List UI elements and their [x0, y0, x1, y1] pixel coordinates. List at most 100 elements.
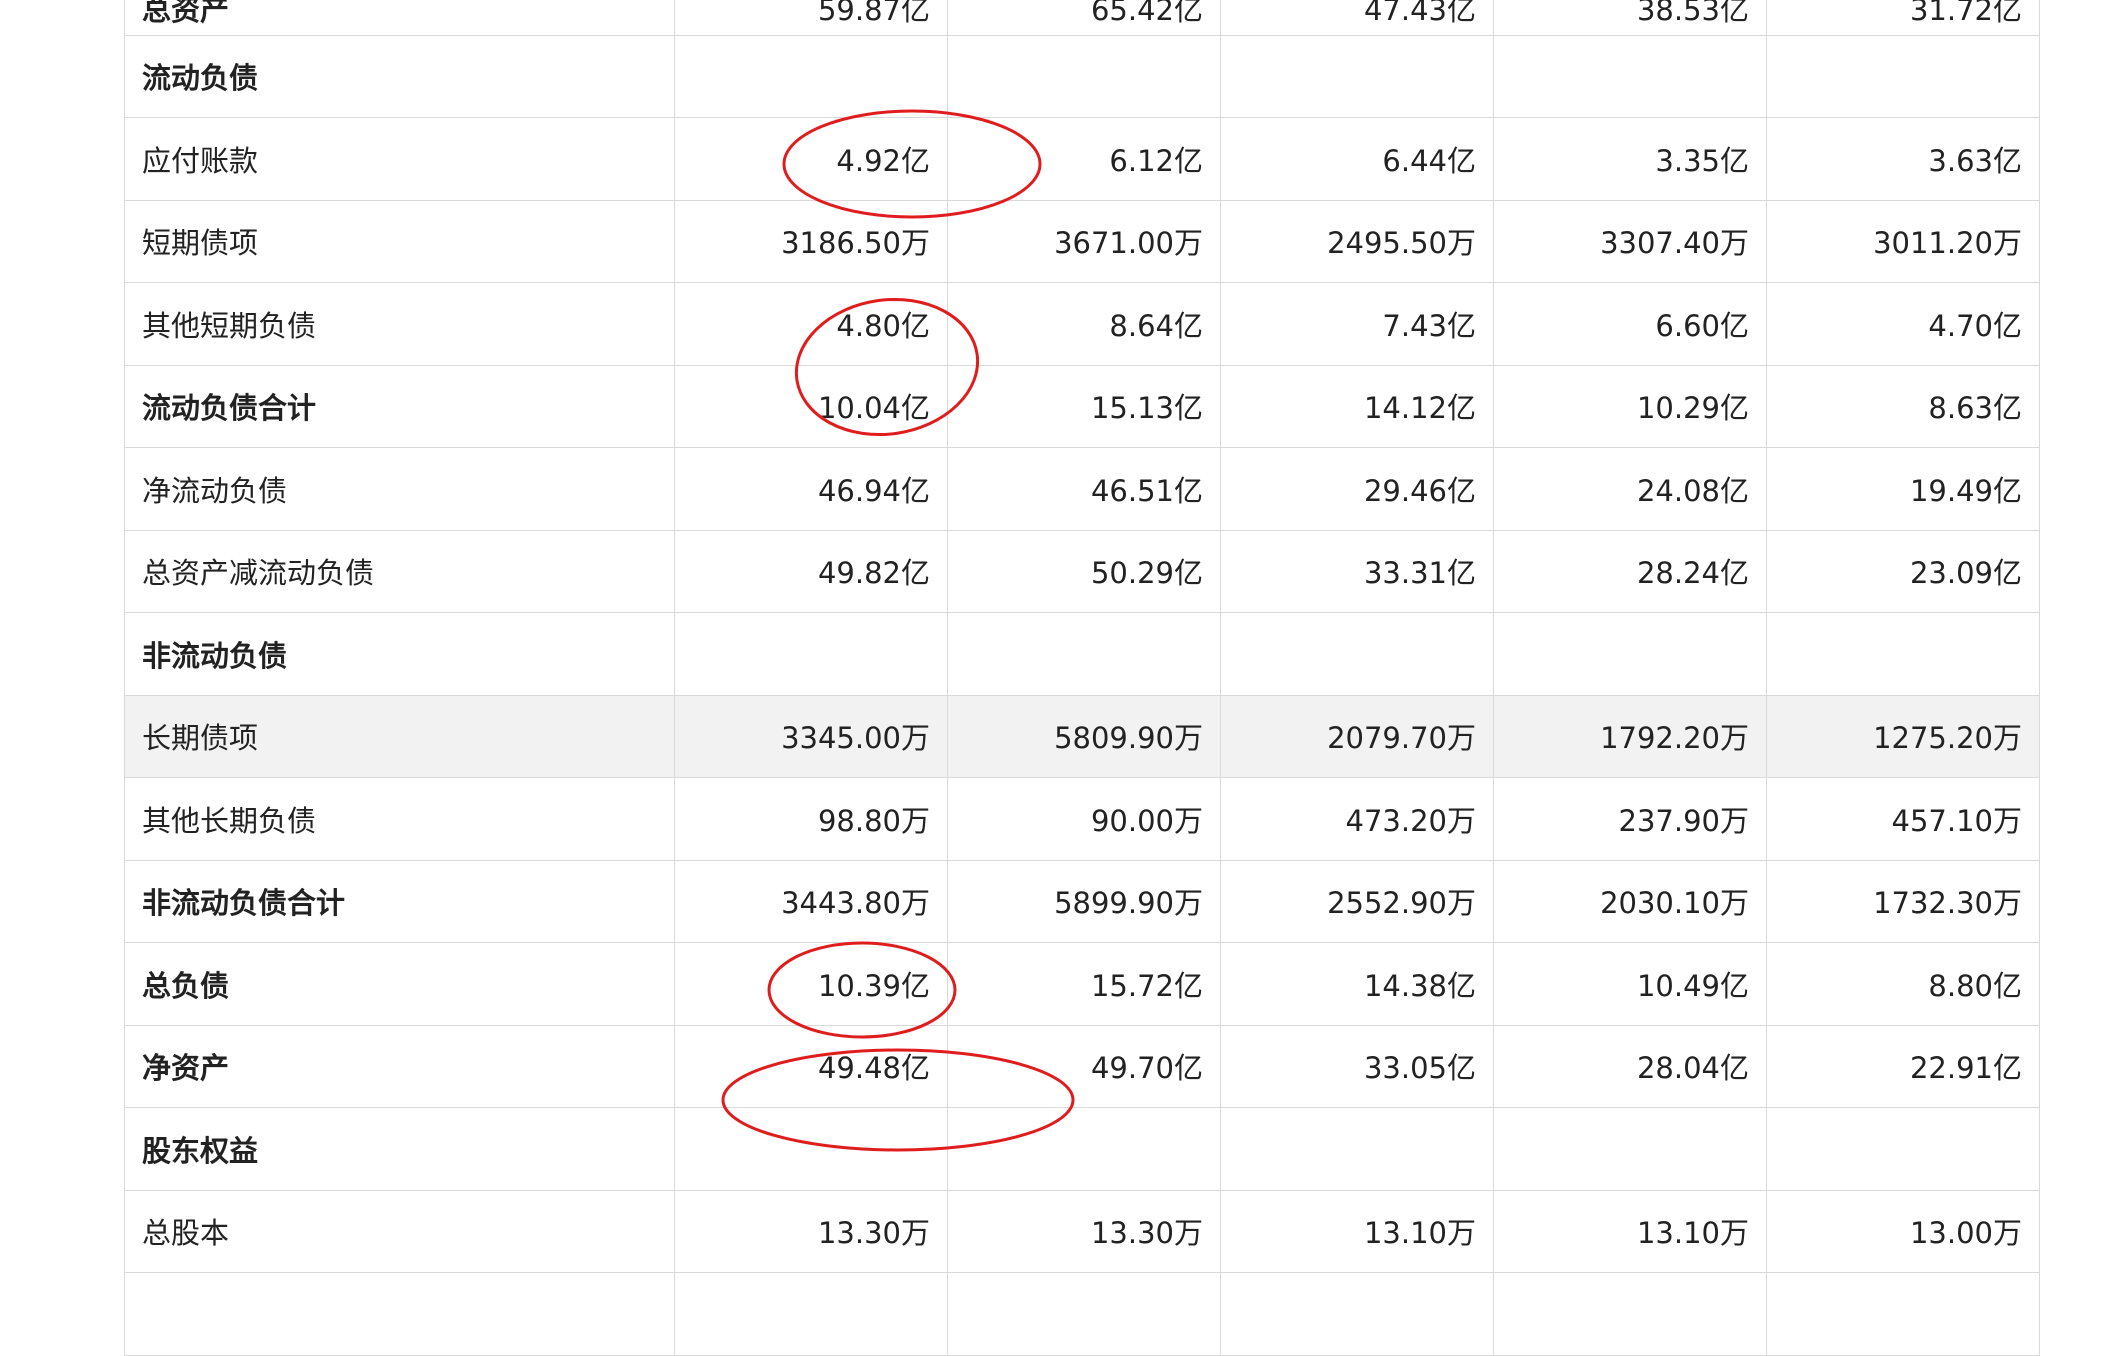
value-cell: 10.04亿	[674, 364, 948, 448]
value-cell	[1493, 1272, 1767, 1356]
value-cell	[947, 1107, 1221, 1191]
table-row: 应付账款 4.92亿 6.12亿 6.44亿 3.35亿 3.63亿	[124, 117, 2040, 201]
value-cell: 1275.20万	[1766, 694, 2040, 778]
value-cell	[674, 34, 948, 118]
value-cell	[1493, 612, 1767, 696]
value-cell: 14.12亿	[1220, 364, 1494, 448]
value-cell: 2079.70万	[1220, 694, 1494, 778]
value-cell	[947, 1272, 1221, 1356]
value-cell: 38.53亿	[1493, 0, 1767, 36]
value-cell: 8.64亿	[947, 282, 1221, 366]
value-cell	[947, 34, 1221, 118]
table-row: 非流动负债	[124, 612, 2040, 696]
table-row: 总资产 59.87亿 65.42亿 47.43亿 38.53亿 31.72亿	[124, 0, 2040, 36]
value-cell	[1220, 34, 1494, 118]
value-cell: 457.10万	[1766, 777, 2040, 861]
value-cell	[1766, 34, 2040, 118]
value-cell: 33.05亿	[1220, 1024, 1494, 1108]
value-cell: 2030.10万	[1493, 859, 1767, 943]
row-label: 总资产减流动负债	[124, 529, 675, 613]
row-label: 股东权益	[124, 1107, 675, 1191]
value-cell: 49.70亿	[947, 1024, 1221, 1108]
row-label: 总股本	[124, 1189, 675, 1273]
table-row: 长期债项 3345.00万 5809.90万 2079.70万 1792.20万 1275…	[124, 694, 2040, 778]
value-cell: 3443.80万	[674, 859, 948, 943]
balance-sheet-page: 总资产 59.87亿 65.42亿 47.43亿 38.53亿 31.72亿 流动负债 应付账…	[0, 0, 2118, 1356]
value-cell: 10.29亿	[1493, 364, 1767, 448]
value-cell: 98.80万	[674, 777, 948, 861]
value-cell: 3011.20万	[1766, 199, 2040, 283]
value-cell: 31.72亿	[1766, 0, 2040, 36]
value-cell: 4.92亿	[674, 117, 948, 201]
value-cell: 65.42亿	[947, 0, 1221, 36]
row-label: 非流动负债	[124, 612, 675, 696]
row-label: 总资产	[124, 0, 675, 36]
value-cell: 23.09亿	[1766, 529, 2040, 613]
value-cell: 473.20万	[1220, 777, 1494, 861]
value-cell: 6.44亿	[1220, 117, 1494, 201]
value-cell: 33.31亿	[1220, 529, 1494, 613]
row-label: 净流动负债	[124, 447, 675, 531]
row-label: 短期债项	[124, 199, 675, 283]
value-cell: 13.10万	[1493, 1189, 1767, 1273]
row-label: 总负债	[124, 942, 675, 1026]
table-row: 股东权益	[124, 1107, 2040, 1191]
value-cell: 5899.90万	[947, 859, 1221, 943]
table-row: 总资产减流动负债 49.82亿 50.29亿 33.31亿 28.24亿 23.09亿	[124, 529, 2040, 613]
value-cell: 3345.00万	[674, 694, 948, 778]
value-cell	[1766, 1272, 2040, 1356]
value-cell: 24.08亿	[1493, 447, 1767, 531]
value-cell	[1220, 1272, 1494, 1356]
row-label: 应付账款	[124, 117, 675, 201]
value-cell: 8.63亿	[1766, 364, 2040, 448]
value-cell: 2495.50万	[1220, 199, 1494, 283]
value-cell: 13.00万	[1766, 1189, 2040, 1273]
value-cell: 3307.40万	[1493, 199, 1767, 283]
value-cell: 2552.90万	[1220, 859, 1494, 943]
value-cell: 19.49亿	[1766, 447, 2040, 531]
value-cell: 50.29亿	[947, 529, 1221, 613]
value-cell: 46.51亿	[947, 447, 1221, 531]
value-cell: 46.94亿	[674, 447, 948, 531]
table-row: 总负债 10.39亿 15.72亿 14.38亿 10.49亿 8.80亿	[124, 942, 2040, 1026]
value-cell	[1766, 612, 2040, 696]
table-row: 短期债项 3186.50万 3671.00万 2495.50万 3307.40万 3011…	[124, 199, 2040, 283]
value-cell: 4.70亿	[1766, 282, 2040, 366]
value-cell: 22.91亿	[1766, 1024, 2040, 1108]
row-label	[124, 1272, 675, 1356]
value-cell: 237.90万	[1493, 777, 1767, 861]
value-cell: 3186.50万	[674, 199, 948, 283]
table-row: 流动负债	[124, 34, 2040, 118]
value-cell: 5809.90万	[947, 694, 1221, 778]
value-cell: 59.87亿	[674, 0, 948, 36]
value-cell: 10.39亿	[674, 942, 948, 1026]
balance-sheet-table: 总资产 59.87亿 65.42亿 47.43亿 38.53亿 31.72亿 流动负债 应付账…	[124, 0, 2040, 1356]
value-cell	[674, 612, 948, 696]
value-cell: 13.30万	[674, 1189, 948, 1273]
value-cell: 6.12亿	[947, 117, 1221, 201]
row-label: 净资产	[124, 1024, 675, 1108]
value-cell: 13.10万	[1220, 1189, 1494, 1273]
row-label: 非流动负债合计	[124, 859, 675, 943]
table-row	[124, 1272, 2040, 1356]
value-cell: 15.13亿	[947, 364, 1221, 448]
value-cell: 14.38亿	[1220, 942, 1494, 1026]
row-label: 其他长期负债	[124, 777, 675, 861]
value-cell: 15.72亿	[947, 942, 1221, 1026]
table-row: 净资产 49.48亿 49.70亿 33.05亿 28.04亿 22.91亿	[124, 1024, 2040, 1108]
table-row: 净流动负债 46.94亿 46.51亿 29.46亿 24.08亿 19.49亿	[124, 447, 2040, 531]
value-cell: 29.46亿	[1220, 447, 1494, 531]
table-body: 总资产 59.87亿 65.42亿 47.43亿 38.53亿 31.72亿 流动负债 应付账…	[124, 0, 2040, 1356]
table-row: 流动负债合计 10.04亿 15.13亿 14.12亿 10.29亿 8.63亿	[124, 364, 2040, 448]
table-row: 非流动负债合计 3443.80万 5899.90万 2552.90万 2030.10万 1…	[124, 859, 2040, 943]
value-cell: 7.43亿	[1220, 282, 1494, 366]
table-row: 其他短期负债 4.80亿 8.64亿 7.43亿 6.60亿 4.70亿	[124, 282, 2040, 366]
value-cell: 4.80亿	[674, 282, 948, 366]
value-cell: 3.35亿	[1493, 117, 1767, 201]
value-cell: 1732.30万	[1766, 859, 2040, 943]
value-cell: 28.24亿	[1493, 529, 1767, 613]
value-cell: 47.43亿	[1220, 0, 1494, 36]
row-label: 长期债项	[124, 694, 675, 778]
value-cell: 10.49亿	[1493, 942, 1767, 1026]
value-cell: 3671.00万	[947, 199, 1221, 283]
